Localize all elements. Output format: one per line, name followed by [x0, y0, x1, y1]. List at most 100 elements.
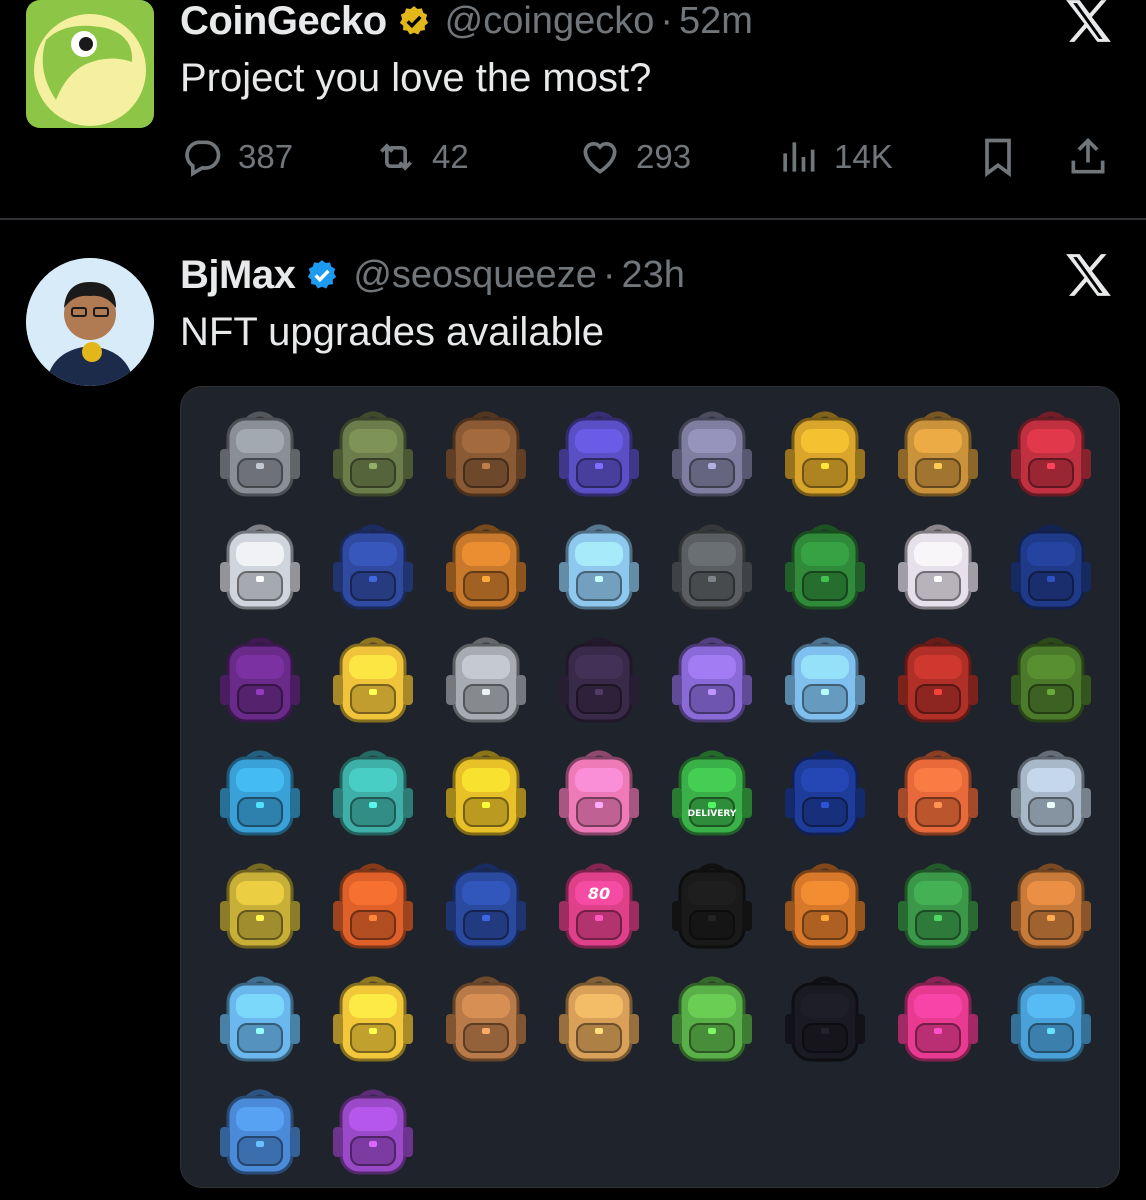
bookmark-icon — [985, 138, 1011, 178]
tweet-coingecko[interactable]: CoinGecko @coingecko · 52m Project you l… — [0, 0, 1146, 218]
backpack-icon — [220, 750, 300, 836]
backpack-item — [431, 623, 541, 736]
reply-button[interactable]: 387 — [180, 132, 293, 182]
tweet-header: BjMax @seosqueeze · 23h — [180, 250, 685, 300]
backpack-icon — [220, 637, 300, 723]
tweet-image[interactable]: DELIVERY 80 — [180, 386, 1120, 1188]
backpack-item — [544, 623, 654, 736]
view-count: 14K — [834, 138, 893, 175]
backpack-item — [205, 1075, 315, 1187]
reply-icon — [185, 140, 221, 177]
svg-text:DELIVERY: DELIVERY — [688, 809, 737, 819]
author-name[interactable]: CoinGecko — [180, 0, 387, 44]
backpack-icon — [220, 863, 300, 949]
author-name[interactable]: BjMax — [180, 253, 296, 298]
backpack-icon — [333, 524, 413, 610]
backpack-item — [318, 510, 428, 623]
backpack-item — [544, 962, 654, 1075]
backpack-icon — [1011, 976, 1091, 1062]
backpack-item — [657, 962, 767, 1075]
tweet-bjmax[interactable]: BjMax @seosqueeze · 23h NFT upgrades ava… — [0, 220, 1146, 1200]
backpack-item — [770, 623, 880, 736]
x-logo-icon — [1066, 254, 1111, 296]
backpack-item — [431, 736, 541, 849]
backpack-item — [770, 510, 880, 623]
backpack-item — [544, 510, 654, 623]
reply-count: 387 — [238, 138, 294, 175]
tweet-text: NFT upgrades available — [180, 310, 604, 354]
backpack-item — [205, 510, 315, 623]
backpack-icon — [672, 411, 752, 497]
backpack-item: 80 — [544, 849, 654, 962]
backpack-item — [318, 1075, 428, 1187]
backpack-icon — [898, 637, 978, 723]
tweet-header: CoinGecko @coingecko · 52m — [180, 0, 753, 46]
backpack-icon — [898, 863, 978, 949]
tweet-actions: 387 42 293 14K — [180, 132, 1120, 182]
backpack-icon — [1011, 524, 1091, 610]
tweet-text: Project you love the most? — [180, 56, 652, 100]
backpack-icon — [1011, 863, 1091, 949]
backpack-icon — [785, 863, 865, 949]
backpack-item — [770, 736, 880, 849]
backpack-icon — [333, 637, 413, 723]
backpack-item — [318, 736, 428, 849]
backpack-item — [770, 849, 880, 962]
backpack-icon — [220, 411, 300, 497]
backpack-item — [657, 397, 767, 510]
backpack-item — [657, 849, 767, 962]
backpack-item — [657, 510, 767, 623]
coingecko-avatar[interactable] — [26, 0, 154, 128]
backpack-item — [318, 849, 428, 962]
views-button[interactable]: 14K — [776, 132, 893, 182]
backpack-item — [883, 962, 993, 1075]
backpack-icon — [559, 411, 639, 497]
bookmark-button[interactable] — [976, 132, 1020, 182]
backpack-item — [883, 623, 993, 736]
backpack-icon — [1011, 750, 1091, 836]
backpack-item — [431, 397, 541, 510]
backpack-item — [996, 623, 1106, 736]
backpack-icon — [333, 411, 413, 497]
views-chart-icon — [783, 142, 815, 172]
author-handle[interactable]: @coingecko — [445, 0, 655, 43]
backpack-icon — [446, 637, 526, 723]
backpack-item — [318, 962, 428, 1075]
tweet-time[interactable]: 52m — [679, 0, 753, 43]
repost-count: 42 — [432, 138, 469, 175]
backpack-icon — [559, 976, 639, 1062]
backpack-item — [996, 397, 1106, 510]
backpack-icon — [333, 1089, 413, 1175]
backpack-icon — [1011, 637, 1091, 723]
backpack-icon — [446, 524, 526, 610]
repost-button[interactable]: 42 — [374, 132, 469, 182]
backpack-icon: 80 — [559, 863, 639, 949]
backpack-icon: DELIVERY — [672, 750, 752, 836]
backpack-icon — [333, 863, 413, 949]
repost-icon — [380, 143, 412, 171]
heart-icon — [583, 142, 617, 174]
backpack-item — [883, 736, 993, 849]
bjmax-avatar[interactable] — [26, 258, 154, 386]
backpack-grid: DELIVERY 80 — [205, 397, 1106, 1187]
tweet-time[interactable]: 23h — [621, 254, 684, 297]
backpack-item — [770, 397, 880, 510]
backpack-item — [205, 397, 315, 510]
like-button[interactable]: 293 — [578, 132, 691, 182]
separator: · — [602, 253, 616, 296]
share-button[interactable] — [1066, 132, 1110, 182]
author-handle[interactable]: @seosqueeze — [353, 254, 597, 297]
blue-verified-badge-icon — [308, 260, 337, 289]
backpack-item — [996, 736, 1106, 849]
backpack-item — [544, 397, 654, 510]
backpack-item — [205, 962, 315, 1075]
backpack-item — [318, 397, 428, 510]
backpack-icon — [785, 524, 865, 610]
backpack-icon — [672, 637, 752, 723]
backpack-icon — [220, 1089, 300, 1175]
backpack-item — [883, 849, 993, 962]
backpack-icon — [672, 863, 752, 949]
backpack-item — [770, 962, 880, 1075]
backpack-icon — [785, 750, 865, 836]
backpack-icon — [333, 976, 413, 1062]
